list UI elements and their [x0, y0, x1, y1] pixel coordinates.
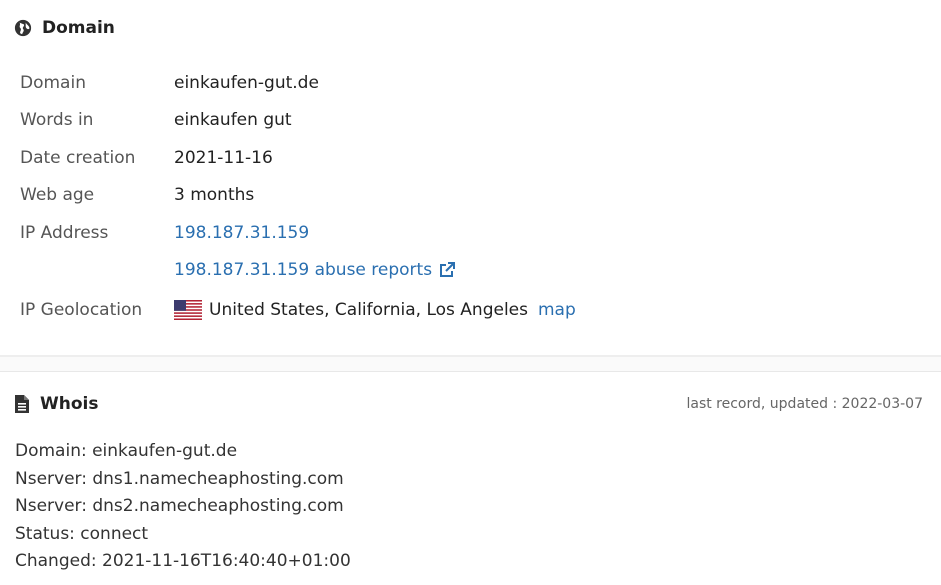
row-age: Web age 3 months [20, 177, 576, 215]
domain-value: einkaufen-gut.de [174, 72, 319, 93]
geo-value-container: United States, California, Los Angeles m… [174, 300, 576, 320]
domain-title: Domain [42, 18, 115, 38]
row-words: Words in einkaufen gut [20, 102, 576, 140]
us-flag-icon [174, 300, 202, 320]
geo-value: United States, California, Los Angeles [209, 300, 528, 320]
row-domain: Domain einkaufen-gut.de [20, 64, 576, 102]
date-label: Date creation [20, 147, 136, 168]
whois-title: Whois [40, 394, 99, 414]
row-date: Date creation 2021-11-16 [20, 139, 576, 177]
whois-line: Domain: einkaufen-gut.de [15, 441, 238, 461]
ip-label: IP Address [20, 222, 109, 243]
words-label: Words in [20, 110, 94, 131]
globe-icon [14, 19, 32, 37]
row-abuse: 198.187.31.159 abuse reports [20, 252, 576, 290]
domain-section: Domain Domain einkaufen-gut.de Words in … [0, 0, 941, 355]
external-link-icon[interactable] [438, 261, 456, 279]
whois-header: Whois [14, 394, 98, 414]
abuse-reports-text[interactable]: 198.187.31.159 abuse reports [174, 260, 432, 280]
abuse-reports-link[interactable]: 198.187.31.159 abuse reports [174, 260, 456, 280]
domain-label: Domain [20, 72, 86, 93]
words-value: einkaufen gut [174, 110, 292, 131]
whois-line: Nserver: dns2.namecheaphosting.com [15, 496, 344, 516]
last-updated-text: last record, updated : 2022-03-07 [686, 396, 923, 412]
whois-section: Whois last record, updated : 2022-03-07 … [0, 372, 941, 585]
age-value: 3 months [174, 185, 255, 206]
document-icon [15, 395, 29, 413]
age-label: Web age [20, 185, 95, 206]
map-link[interactable]: map [538, 300, 576, 320]
domain-info-table: Domain einkaufen-gut.de Words in einkauf… [20, 64, 576, 331]
row-geo: IP Geolocation United States, California… [20, 289, 576, 331]
row-ip: IP Address 198.187.31.159 [20, 214, 576, 252]
ip-link[interactable]: 198.187.31.159 [174, 223, 309, 243]
date-value: 2021-11-16 [174, 147, 273, 168]
whois-line: Changed: 2021-11-16T16:40:40+01:00 [15, 551, 351, 571]
whois-record: Domain: einkaufen-gut.de Nserver: dns1.n… [15, 438, 351, 576]
geo-label: IP Geolocation [20, 300, 143, 320]
domain-header: Domain [14, 18, 115, 38]
section-divider [0, 355, 941, 372]
whois-line: Status: connect [15, 523, 149, 544]
whois-line: Nserver: dns1.namecheaphosting.com [15, 468, 344, 489]
